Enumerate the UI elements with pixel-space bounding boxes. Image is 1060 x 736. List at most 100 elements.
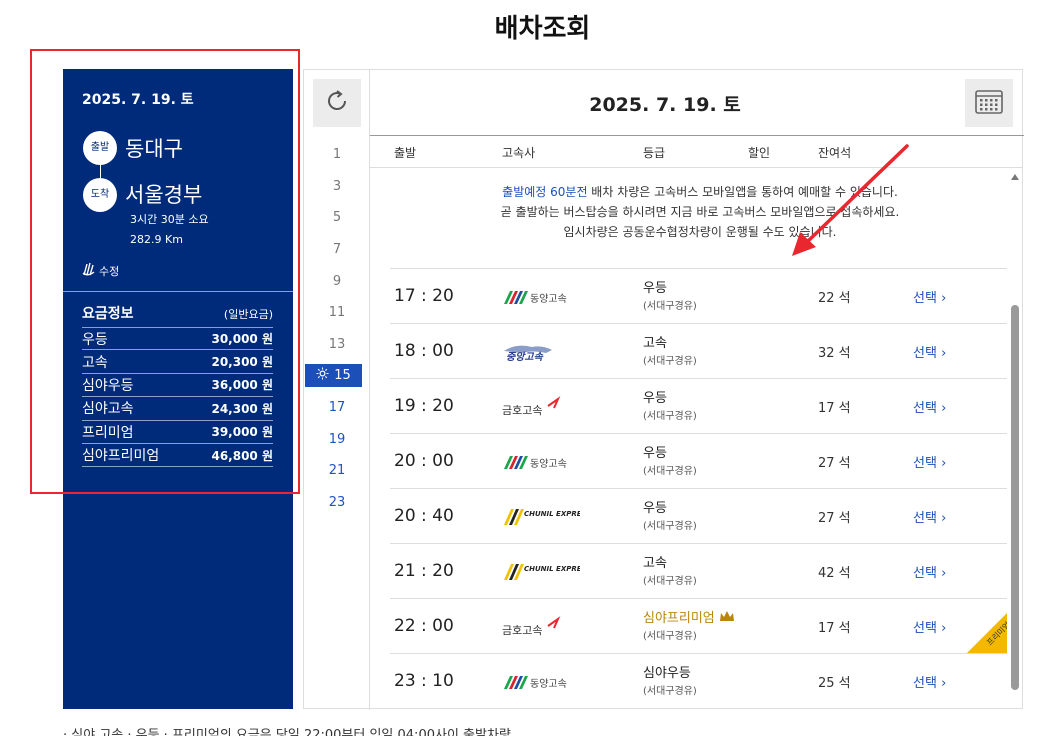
chevron-right-icon: › <box>941 401 947 416</box>
schedule-list: 17 : 20 동양고속 우등 (서대구경유) 22 석 선택 › 18 : 0… <box>390 268 1012 708</box>
route-note: (서대구경유) <box>643 466 697 477</box>
route-note: (서대구경유) <box>643 631 697 642</box>
remaining-seats: 42 석 <box>818 566 851 581</box>
bus-grade: 우등 <box>643 281 667 296</box>
company-logo: 동양고속 <box>502 671 580 693</box>
schedule-row-premium[interactable]: 22 : 00 금호고속 심야프리미엄 (서대구경유) 17 석 선택 › 프리… <box>390 598 1012 653</box>
svg-text:금호고속: 금호고속 <box>502 404 542 417</box>
select-button[interactable]: 선택 › <box>913 287 946 306</box>
remaining-seats: 17 석 <box>818 401 851 416</box>
svg-text:동양고속: 동양고속 <box>530 678 567 690</box>
schedule-panel: 1 3 5 7 9 11 13 15 17 19 21 23 2025. 7. … <box>303 69 1024 710</box>
hour-item-active[interactable]: 15 <box>305 364 362 387</box>
svg-text:중앙고속: 중앙고속 <box>506 351 544 363</box>
svg-text:CHUNIL EXPRESS: CHUNIL EXPRESS <box>524 510 580 518</box>
route-note: (서대구경유) <box>643 686 697 697</box>
header-discount: 할인 <box>748 146 771 160</box>
sun-icon <box>316 367 329 384</box>
highlight-annotation-box <box>30 49 300 494</box>
select-button[interactable]: 선택 › <box>913 507 946 526</box>
company-logo: 금호고속 <box>502 396 580 418</box>
schedule-row[interactable]: 19 : 20 금호고속 우등 (서대구경유) 17 석 선택 › <box>390 378 1007 433</box>
notice-text: 출발예정 60분전 배차 차량은 고속버스 모바일앱을 통하여 예매할 수 있습… <box>390 182 1010 242</box>
hour-item[interactable]: 19 <box>304 432 370 447</box>
notice-line3: 임시차량은 공동운수협정차량이 운행될 수도 있습니다. <box>563 225 837 239</box>
column-headers: 출발 고속사 등급 할인 잔여석 <box>370 136 1023 168</box>
route-note: (서대구경유) <box>643 411 697 422</box>
refresh-icon <box>324 88 350 118</box>
remaining-seats: 32 석 <box>818 346 851 361</box>
remaining-seats: 17 석 <box>818 621 851 636</box>
select-button[interactable]: 선택 › <box>913 617 946 636</box>
bus-grade: 심야프리미엄 <box>643 607 735 626</box>
bus-grade: 고속 <box>643 556 667 571</box>
remaining-seats: 27 석 <box>818 456 851 471</box>
remaining-seats: 27 석 <box>818 511 851 526</box>
header-depart: 출발 <box>394 146 417 160</box>
departure-time: 23 : 10 <box>394 671 454 691</box>
schedule-row[interactable]: 20 : 40 CHUNIL EXPRESS 우등 (서대구경유) 27 석 선… <box>390 488 1007 543</box>
hour-item[interactable]: 3 <box>304 179 370 194</box>
select-button[interactable]: 선택 › <box>913 672 946 691</box>
schedule-row[interactable]: 20 : 00 동양고속 우등 (서대구경유) 27 석 선택 › <box>390 433 1007 488</box>
route-note: (서대구경유) <box>643 576 697 587</box>
svg-text:CHUNIL EXPRESS: CHUNIL EXPRESS <box>524 565 580 573</box>
header-grade: 등급 <box>643 146 666 160</box>
active-hour-label: 15 <box>334 368 351 383</box>
bus-grade: 우등 <box>643 446 667 461</box>
departure-time: 20 : 40 <box>394 506 454 526</box>
schedule-row[interactable]: 18 : 00 중앙고속 고속 (서대구경유) 32 석 선택 › <box>390 323 1007 378</box>
company-logo: CHUNIL EXPRESS <box>502 561 580 583</box>
svg-text:동양고속: 동양고속 <box>530 293 567 305</box>
hour-item[interactable]: 23 <box>304 495 370 510</box>
bus-grade: 우등 <box>643 501 667 516</box>
departure-time: 18 : 00 <box>394 341 454 361</box>
hour-item[interactable]: 13 <box>304 337 370 352</box>
hour-column: 1 3 5 7 9 11 13 15 17 19 21 23 <box>304 70 370 710</box>
chevron-right-icon: › <box>941 456 947 471</box>
schedule-row[interactable]: 23 : 10 동양고속 심야우등 (서대구경유) 25 석 선택 › <box>390 653 1007 708</box>
departure-time: 17 : 20 <box>394 286 454 306</box>
page-title: 배차조회 <box>494 14 591 44</box>
chevron-right-icon: › <box>941 676 947 691</box>
scroll-up-arrow-icon[interactable] <box>1011 174 1019 180</box>
departure-time: 22 : 00 <box>394 616 454 636</box>
company-logo: 중앙고속 <box>502 341 580 363</box>
hour-item[interactable]: 9 <box>304 274 370 289</box>
departure-time: 20 : 00 <box>394 451 454 471</box>
company-logo: 동양고속 <box>502 451 580 473</box>
select-button[interactable]: 선택 › <box>913 342 946 361</box>
crown-icon <box>719 611 735 626</box>
chevron-right-icon: › <box>941 346 947 361</box>
remaining-seats: 25 석 <box>818 676 851 691</box>
header-company: 고속사 <box>502 146 536 160</box>
schedule-row[interactable]: 17 : 20 동양고속 우등 (서대구경유) 22 석 선택 › <box>390 268 1007 323</box>
calendar-button[interactable] <box>965 79 1013 127</box>
hour-item[interactable]: 11 <box>304 305 370 320</box>
departure-time: 19 : 20 <box>394 396 454 416</box>
fare-footnote: · 심야 고속 · 우등 · 프리미엄의 요금은 당일 22:00부터 익일 0… <box>63 728 511 736</box>
chevron-right-icon: › <box>941 511 947 526</box>
hour-item[interactable]: 5 <box>304 210 370 225</box>
refresh-button[interactable] <box>313 79 361 127</box>
hour-item[interactable]: 21 <box>304 463 370 478</box>
bus-grade: 우등 <box>643 391 667 406</box>
hour-item[interactable]: 7 <box>304 242 370 257</box>
schedule-scrollbar[interactable] <box>1008 170 1022 692</box>
hour-item[interactable]: 1 <box>304 147 370 162</box>
scroll-thumb[interactable] <box>1011 305 1019 690</box>
notice-line1: 배차 차량은 고속버스 모바일앱을 통하여 예매할 수 있습니다. <box>587 185 898 199</box>
header-seats: 잔여석 <box>818 146 852 160</box>
route-note: (서대구경유) <box>643 356 697 367</box>
schedule-row[interactable]: 21 : 20 CHUNIL EXPRESS 고속 (서대구경유) 42 석 선… <box>390 543 1007 598</box>
bus-grade: 심야우등 <box>643 666 691 681</box>
remaining-seats: 22 석 <box>818 291 851 306</box>
hour-item[interactable]: 17 <box>304 400 370 415</box>
chevron-right-icon: › <box>941 621 947 636</box>
select-button[interactable]: 선택 › <box>913 452 946 471</box>
select-button[interactable]: 선택 › <box>913 562 946 581</box>
company-logo: CHUNIL EXPRESS <box>502 506 580 528</box>
company-logo: 동양고속 <box>502 286 580 308</box>
select-button[interactable]: 선택 › <box>913 397 946 416</box>
schedule-date: 2025. 7. 19. 토 <box>589 94 741 116</box>
